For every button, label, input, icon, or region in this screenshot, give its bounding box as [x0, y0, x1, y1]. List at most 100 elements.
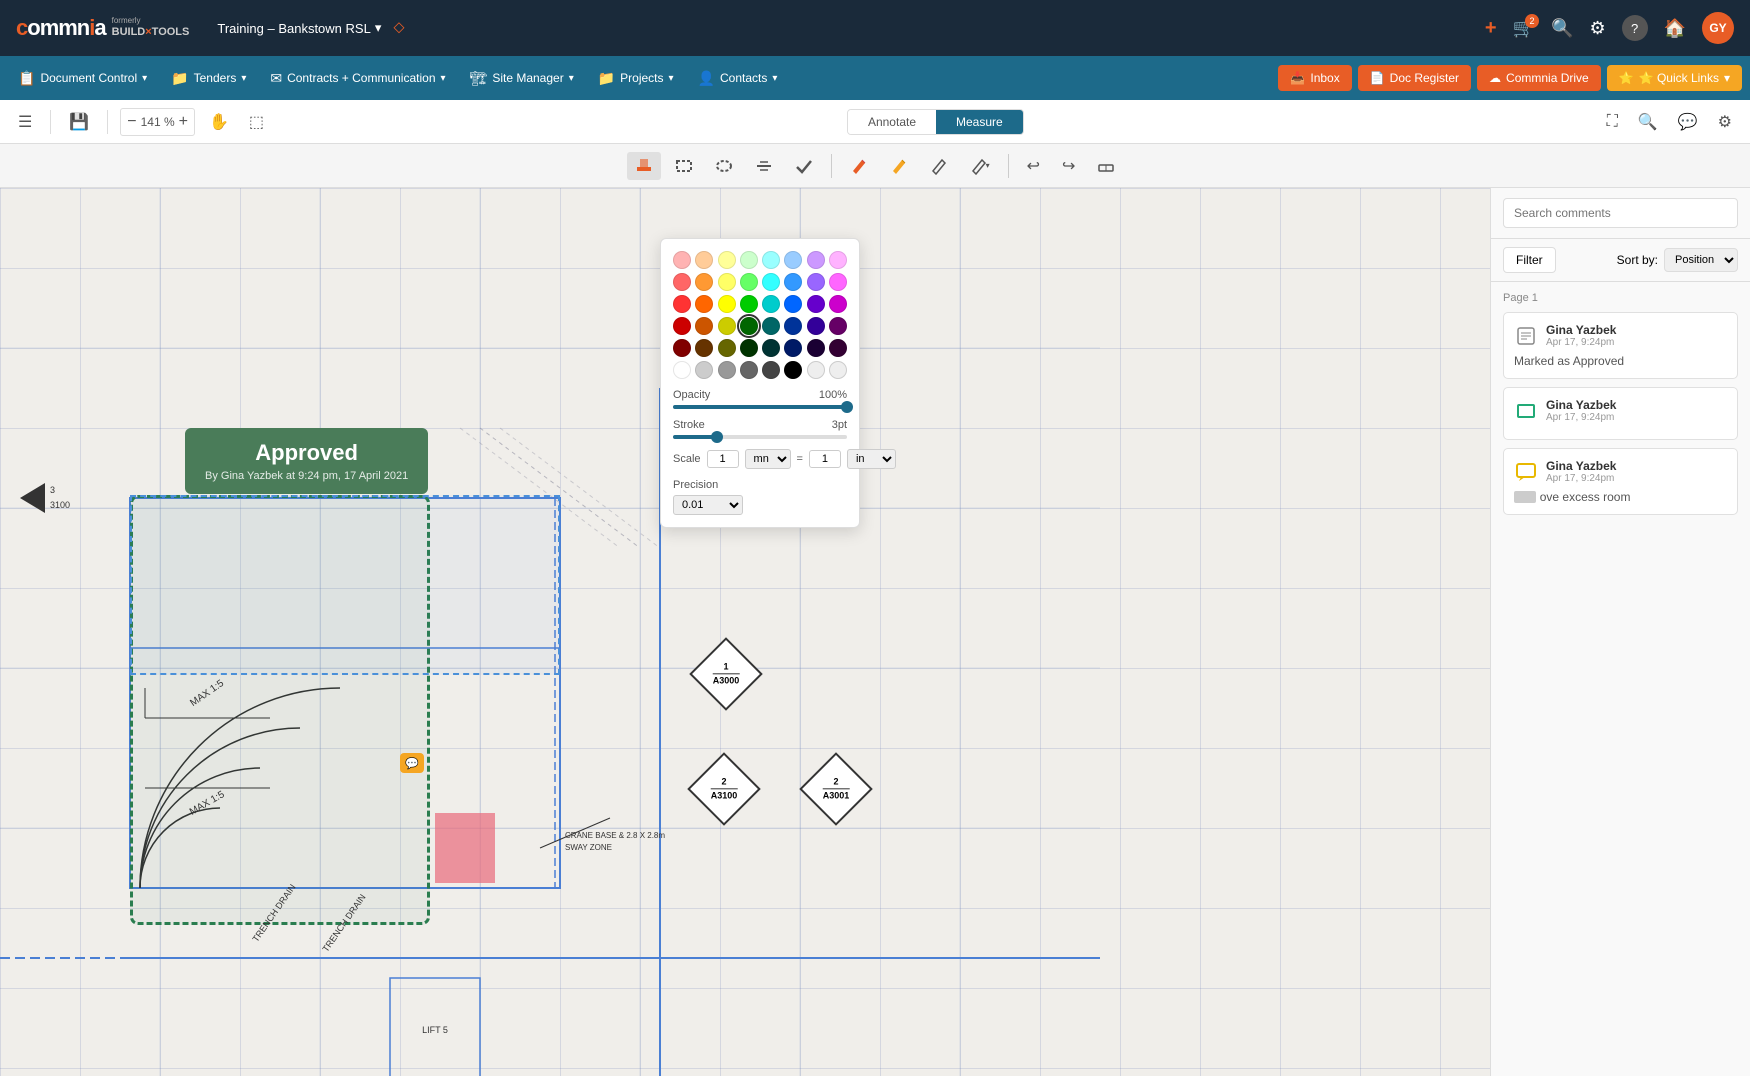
measure-tab[interactable]: Measure [936, 110, 1023, 134]
color-swatch[interactable] [718, 317, 736, 335]
help-button[interactable]: ? [1622, 15, 1648, 41]
color-swatch[interactable] [784, 361, 802, 379]
stroke-slider[interactable] [673, 435, 847, 439]
comment-button[interactable]: 💬 [1672, 108, 1704, 136]
color-swatch[interactable] [829, 273, 847, 291]
color-swatch[interactable] [784, 317, 802, 335]
sidebar-toggle-button[interactable]: ☰ [12, 108, 38, 136]
ellipse-tool[interactable] [707, 152, 741, 180]
color-swatch[interactable] [718, 361, 736, 379]
color-swatch[interactable] [784, 273, 802, 291]
color-swatch[interactable] [695, 273, 713, 291]
fullscreen-button[interactable]: ⛶ [1601, 109, 1624, 135]
color-swatch[interactable] [829, 361, 847, 379]
color-swatch[interactable] [807, 317, 825, 335]
color-swatch[interactable] [718, 339, 736, 357]
erase-button[interactable] [1089, 152, 1123, 180]
select-button[interactable]: ⬚ [243, 108, 270, 136]
color-swatch[interactable] [807, 361, 825, 379]
color-swatch[interactable] [695, 295, 713, 313]
drawing-area[interactable]: LIFT 5 CRANE BASE & 2.8 X 2.8m SWAY ZONE… [0, 188, 1490, 1076]
filter-button[interactable]: Filter [1503, 247, 1556, 273]
color-swatch[interactable] [762, 339, 780, 357]
scale-unit-1[interactable]: mn ft m [745, 449, 791, 469]
search-button[interactable]: 🔍 [1551, 18, 1573, 39]
comments-search-input[interactable] [1503, 198, 1738, 228]
scale-input-2[interactable] [809, 450, 841, 468]
doc-register-button[interactable]: 📄 Doc Register [1358, 65, 1471, 91]
color-swatch[interactable] [762, 251, 780, 269]
comment-card-2[interactable]: Gina Yazbek Apr 17, 9:24pm [1503, 387, 1738, 440]
quick-links-button[interactable]: ⭐ ⭐ Quick Links ▾ [1607, 65, 1742, 91]
doc-settings-button[interactable]: ⚙ [1712, 108, 1738, 136]
color-swatch[interactable] [695, 317, 713, 335]
pan-button[interactable]: ✋ [203, 108, 235, 136]
zoom-in-button[interactable]: + [179, 113, 188, 131]
color-swatch[interactable] [762, 273, 780, 291]
sort-select[interactable]: Position Date Author [1664, 248, 1738, 272]
color-swatch[interactable] [784, 251, 802, 269]
nav-projects[interactable]: 📁 Projects ▾ [588, 64, 684, 93]
highlight-tool[interactable] [627, 152, 661, 180]
color-swatch[interactable] [695, 361, 713, 379]
color-swatch[interactable] [718, 273, 736, 291]
home-button[interactable]: 🏠 [1664, 18, 1686, 39]
notifications-button[interactable]: 🛒 2 [1513, 18, 1535, 39]
filter-icon[interactable]: ⬦ [393, 19, 404, 37]
color-swatch[interactable] [784, 339, 802, 357]
nav-document-control[interactable]: 📋 Document Control ▾ [8, 64, 157, 93]
color-swatch[interactable] [673, 251, 691, 269]
rectangle-tool[interactable] [667, 152, 701, 180]
avatar-button[interactable]: GY [1702, 12, 1734, 44]
save-button[interactable]: 💾 [63, 108, 95, 136]
zoom-out-button[interactable]: − [127, 113, 136, 131]
comment-card-1[interactable]: Gina Yazbek Apr 17, 9:24pm Marked as App… [1503, 312, 1738, 379]
nav-tenders[interactable]: 📁 Tenders ▾ [161, 64, 256, 93]
color-swatch[interactable] [807, 251, 825, 269]
nav-contacts[interactable]: 👤 Contacts ▾ [688, 64, 788, 93]
scale-unit-2[interactable]: in cm mm [847, 449, 896, 469]
undo-button[interactable]: ↩ [1019, 151, 1048, 181]
color-swatch[interactable] [740, 251, 758, 269]
color-swatch[interactable] [829, 251, 847, 269]
precision-select[interactable]: 0.01 0.1 1 [673, 495, 743, 515]
chat-annotation-pin[interactable]: 💬 [400, 753, 424, 773]
color-swatch[interactable] [807, 339, 825, 357]
opacity-slider[interactable] [673, 405, 847, 409]
color-swatch[interactable] [695, 339, 713, 357]
color-swatch[interactable] [695, 251, 713, 269]
annotate-tab[interactable]: Annotate [848, 110, 936, 134]
color-swatch[interactable] [784, 295, 802, 313]
color-swatch[interactable] [829, 339, 847, 357]
color-swatch[interactable] [718, 251, 736, 269]
color-swatch[interactable] [762, 317, 780, 335]
pencil2-tool[interactable] [882, 152, 916, 180]
settings-button[interactable]: ⚙ [1589, 18, 1605, 39]
commnia-drive-button[interactable]: ☁ Commnia Drive [1477, 65, 1601, 91]
strikethrough-tool[interactable] [747, 152, 781, 180]
color-swatch[interactable] [740, 317, 758, 335]
color-swatch[interactable] [762, 361, 780, 379]
color-swatch[interactable] [740, 339, 758, 357]
color-swatch[interactable] [673, 339, 691, 357]
color-swatch[interactable] [673, 273, 691, 291]
color-swatch[interactable] [829, 317, 847, 335]
pen-tool[interactable] [922, 152, 956, 180]
search-doc-button[interactable]: 🔍 [1632, 108, 1664, 136]
nav-site-manager[interactable]: 🏗 Site Manager ▾ [460, 64, 584, 93]
color-swatch[interactable] [673, 295, 691, 313]
color-swatch[interactable] [740, 295, 758, 313]
project-selector[interactable]: Training – Bankstown RSL ▾ [217, 20, 381, 36]
scale-input-1[interactable] [707, 450, 739, 468]
color-swatch[interactable] [807, 295, 825, 313]
color-swatch[interactable] [740, 361, 758, 379]
checkmark-tool[interactable] [787, 152, 821, 180]
color-swatch[interactable] [718, 295, 736, 313]
color-swatch[interactable] [762, 295, 780, 313]
color-swatch[interactable] [740, 273, 758, 291]
redo-button[interactable]: ↪ [1054, 151, 1083, 181]
pencil-tool[interactable] [842, 152, 876, 180]
color-swatch[interactable] [829, 295, 847, 313]
color-swatch[interactable] [673, 317, 691, 335]
nav-contracts-communication[interactable]: ✉ Contracts + Communication ▾ [260, 64, 455, 93]
